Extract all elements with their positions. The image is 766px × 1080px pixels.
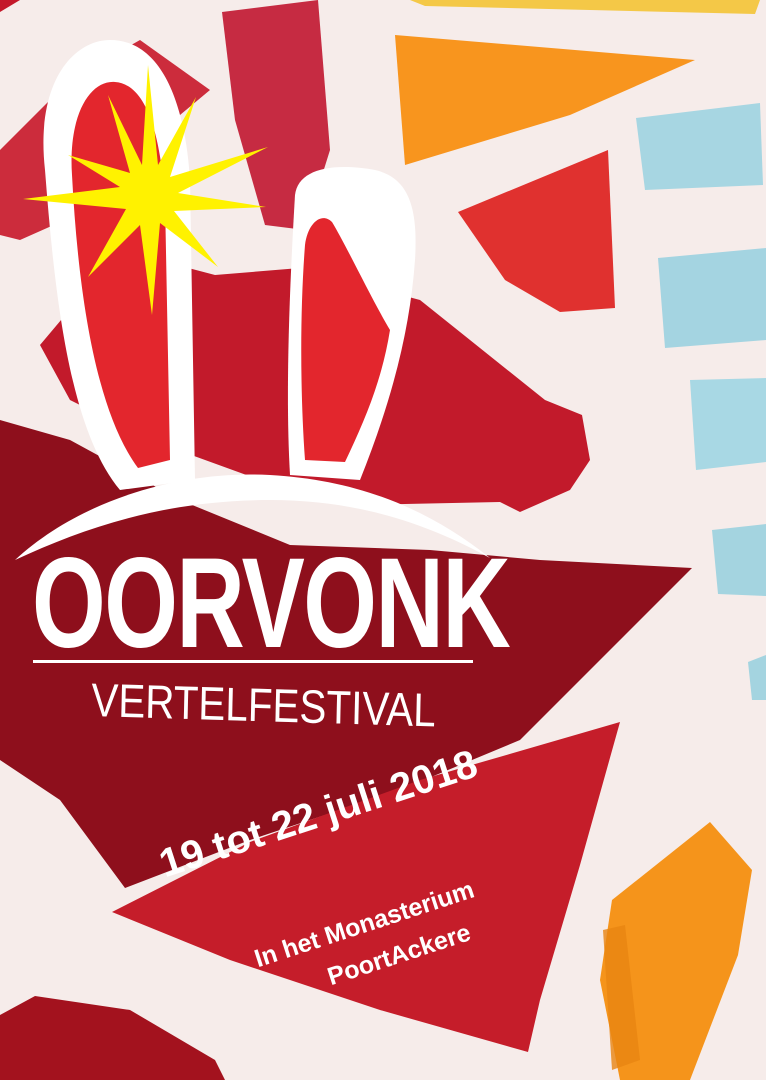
logo-subtitle: VERTELFESTIVAL (90, 672, 437, 737)
glass-shard (0, 0, 20, 12)
glass-shard (458, 150, 615, 312)
glass-shard (658, 248, 766, 348)
glass-shard (636, 103, 763, 190)
glass-shard (410, 0, 760, 14)
logo-title: OORVONK (32, 532, 511, 675)
glass-shard (748, 655, 766, 700)
logo-divider (33, 660, 473, 663)
glass-shard (690, 378, 766, 470)
festival-poster: OORVONK VERTELFESTIVAL 19 tot 22 juli 20… (0, 0, 766, 1080)
glass-shard (0, 996, 225, 1080)
glass-shard (712, 524, 766, 596)
